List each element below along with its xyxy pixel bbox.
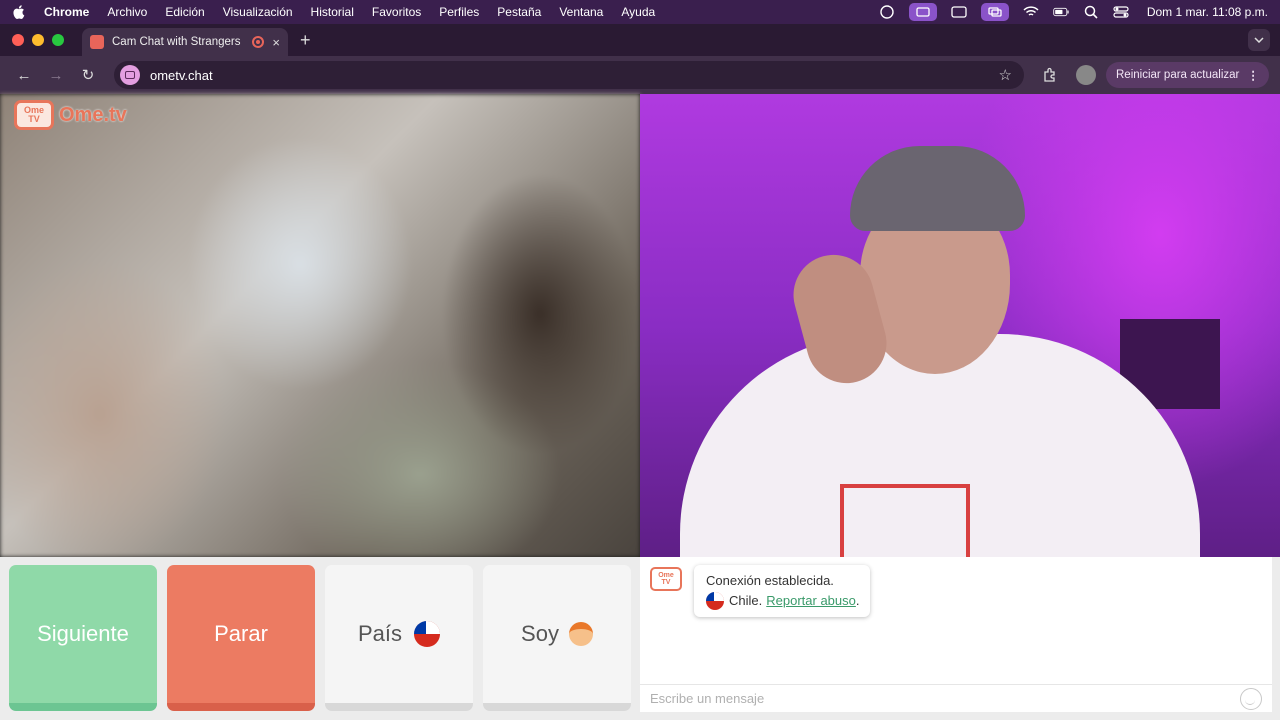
close-tab-icon[interactable]: ×: [272, 35, 280, 50]
zoom-window-button[interactable]: [52, 34, 64, 46]
creative-cloud-icon[interactable]: [879, 5, 895, 19]
video-area: [0, 94, 1280, 557]
screen-mirroring-icon[interactable]: [980, 3, 1009, 21]
connection-status-row: Conexión establecida.: [706, 571, 860, 591]
menu-perfiles[interactable]: Perfiles: [439, 5, 479, 19]
country-filter-button[interactable]: País: [325, 565, 473, 711]
forward-button[interactable]: →: [42, 61, 70, 89]
bottom-border: [640, 712, 1280, 720]
kebab-menu-icon[interactable]: ⋮: [1247, 68, 1259, 82]
chile-flag-icon: [414, 621, 441, 647]
control-center-icon[interactable]: [1113, 5, 1129, 19]
close-window-button[interactable]: [12, 34, 24, 46]
chat-logo-top: Ome: [658, 572, 674, 579]
menu-favoritos[interactable]: Favoritos: [372, 5, 421, 19]
person-cap: [850, 146, 1025, 231]
logo-tv-bottom: TV: [28, 114, 40, 124]
menu-ventana[interactable]: Ventana: [559, 5, 603, 19]
ometv-logo[interactable]: Ome TV Ome.tv: [14, 100, 127, 130]
gender-button-label: Soy: [521, 621, 559, 646]
window-controls: [12, 34, 64, 46]
report-abuse-link[interactable]: Reportar abuso: [766, 591, 856, 611]
chat-controls: Siguiente Parar País Soy: [0, 557, 640, 720]
gender-select-button[interactable]: Soy: [483, 565, 631, 711]
chat-panel: Ome TV Conexión establecida. Chile. Repo…: [640, 557, 1272, 712]
chile-flag-small-icon: [706, 592, 724, 610]
menu-visualizacion[interactable]: Visualización: [223, 5, 293, 19]
browser-toolbar: ← → ↻ ometv.chat ☆ Reiniciar para actual…: [0, 56, 1280, 94]
shirt-print: [840, 484, 970, 557]
next-button-label: Siguiente: [37, 621, 129, 646]
active-tab[interactable]: Cam Chat with Strangers ×: [82, 28, 288, 56]
apple-icon[interactable]: [12, 5, 26, 19]
menu-clock[interactable]: Dom 1 mar. 11:08 p.m.: [1147, 5, 1268, 19]
message-input[interactable]: [650, 691, 1240, 706]
menu-archivo[interactable]: Archivo: [107, 5, 147, 19]
chat-logo-bottom: TV: [661, 579, 671, 586]
stranger-video: [0, 94, 640, 557]
macos-menu-bar: Chrome Archivo Edición Visualización His…: [0, 0, 1280, 24]
country-button-label: País: [357, 621, 403, 646]
restart-to-update-button[interactable]: Reiniciar para actualizar ⋮: [1106, 62, 1269, 88]
country-info-row: Chile. Reportar abuso .: [706, 591, 860, 611]
boy-emoji-icon: [568, 622, 593, 646]
menu-ayuda[interactable]: Ayuda: [621, 5, 655, 19]
tab-title: Cam Chat with Strangers: [112, 36, 241, 48]
ometv-chat-logo-icon: Ome TV: [650, 567, 682, 591]
emoji-picker-icon[interactable]: [1240, 687, 1262, 710]
menu-pestana[interactable]: Pestaña: [497, 5, 541, 19]
system-message-bubble: Conexión establecida. Chile. Reportar ab…: [694, 565, 870, 617]
back-button[interactable]: ←: [10, 61, 38, 89]
address-bar[interactable]: ometv.chat ☆: [114, 61, 1024, 89]
extensions-puzzle-icon[interactable]: [1036, 61, 1064, 89]
bookmark-star-icon[interactable]: ☆: [999, 66, 1012, 84]
report-suffix: .: [855, 593, 860, 608]
minimize-window-button[interactable]: [32, 34, 44, 46]
wifi-icon[interactable]: [1023, 5, 1039, 19]
recording-indicator-icon: [252, 36, 265, 48]
logo-wordmark: Ome.tv: [59, 103, 127, 126]
site-camera-icon[interactable]: [120, 65, 140, 85]
menu-edicion[interactable]: Edición: [165, 5, 204, 19]
ometv-favicon-icon: [90, 35, 104, 49]
ometv-tv-icon: Ome TV: [14, 100, 54, 130]
screen-record-icon[interactable]: [908, 3, 937, 21]
reload-button[interactable]: ↻: [74, 61, 102, 89]
stop-button-label: Parar: [214, 621, 268, 646]
spotlight-search-icon[interactable]: [1083, 5, 1099, 19]
menu-historial[interactable]: Historial: [311, 5, 354, 19]
country-name-text: Chile.: [729, 593, 763, 608]
chat-input-row: [640, 684, 1272, 712]
stop-button[interactable]: Parar: [167, 565, 315, 711]
connection-status-text: Conexión establecida.: [706, 573, 834, 588]
restart-to-update-label: Reiniciar para actualizar: [1116, 69, 1240, 81]
browser-tab-strip: Cam Chat with Strangers × +: [0, 24, 1280, 56]
tab-search-button[interactable]: [1248, 29, 1270, 51]
url-text[interactable]: ometv.chat: [150, 68, 999, 83]
profile-avatar[interactable]: [1076, 65, 1096, 85]
battery-icon[interactable]: [1053, 5, 1069, 19]
right-border: [1272, 557, 1280, 720]
keyboard-icon[interactable]: [951, 5, 967, 19]
menu-app-name[interactable]: Chrome: [44, 5, 89, 19]
self-video: [640, 94, 1280, 557]
next-button[interactable]: Siguiente: [9, 565, 157, 711]
new-tab-button[interactable]: +: [300, 30, 311, 51]
